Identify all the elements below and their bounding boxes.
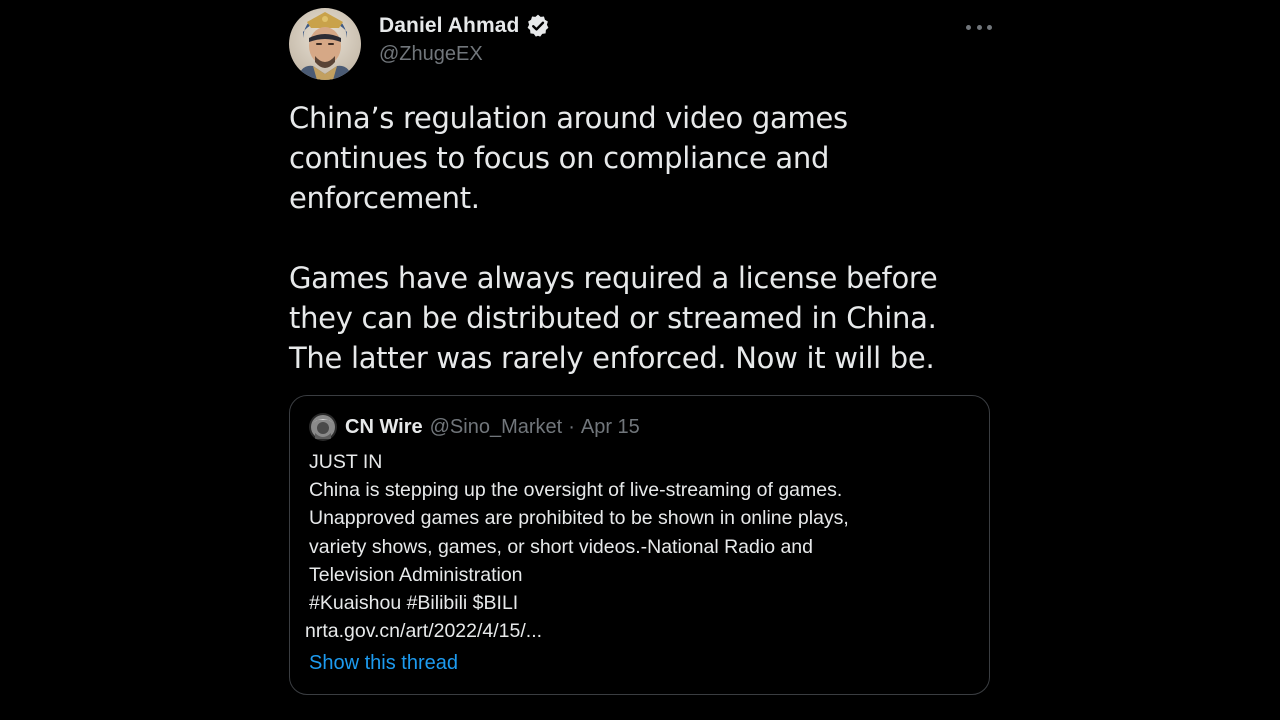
author-display-name[interactable]: Daniel Ahmad [379,14,519,38]
author-avatar[interactable] [289,8,361,80]
show-thread-link[interactable]: Show this thread [309,652,458,675]
quoted-tweet-card[interactable]: CN Wire @Sino_Market · Apr 15 JUST IN Ch… [289,395,990,695]
more-dot [976,24,982,30]
author-info: Daniel Ahmad @ZhugeEX [379,12,551,66]
quoted-author-name[interactable]: CN Wire [345,416,423,439]
tweet-text: China’s regulation around video games co… [289,98,992,378]
quoted-line: JUST IN [309,451,383,473]
more-dot [966,24,971,30]
quoted-line: China is stepping up the oversight of li… [309,479,843,502]
quoted-author-handle[interactable]: @Sino_Market [430,416,563,439]
quoted-line: #Kuaishou #Bilibili $BILI [309,592,519,615]
quoted-tweet-header: CN Wire @Sino_Market · Apr 15 [309,412,640,442]
quoted-author-avatar[interactable] [309,413,337,441]
quoted-line: Television Administration [309,563,523,586]
author-handle[interactable]: @ZhugeEX [379,43,551,66]
verified-badge-icon [525,13,551,39]
quoted-tweet-body: JUST IN China is stepping up the oversig… [305,448,969,645]
tweet[interactable]: Daniel Ahmad @ZhugeEX China’s regulation… [289,0,992,720]
quoted-line: Unapproved games are prohibited to be sh… [309,507,849,530]
quoted-avatar-image [309,413,337,441]
more-options-icon[interactable] [966,16,992,38]
tweet-paragraph-2: Games have always required a license bef… [289,261,938,375]
author-name-row: Daniel Ahmad [379,12,551,40]
quoted-link[interactable]: nrta.gov.cn/art/2022/4/15/... [305,617,969,645]
tweet-paragraph-1: China’s regulation around video games co… [289,101,848,215]
more-dot [987,24,992,30]
quoted-tweet-date[interactable]: Apr 15 [581,416,640,439]
avatar-image [289,8,361,80]
quoted-separator: · [568,415,575,438]
quoted-line: variety shows, games, or short videos.-N… [309,535,813,558]
